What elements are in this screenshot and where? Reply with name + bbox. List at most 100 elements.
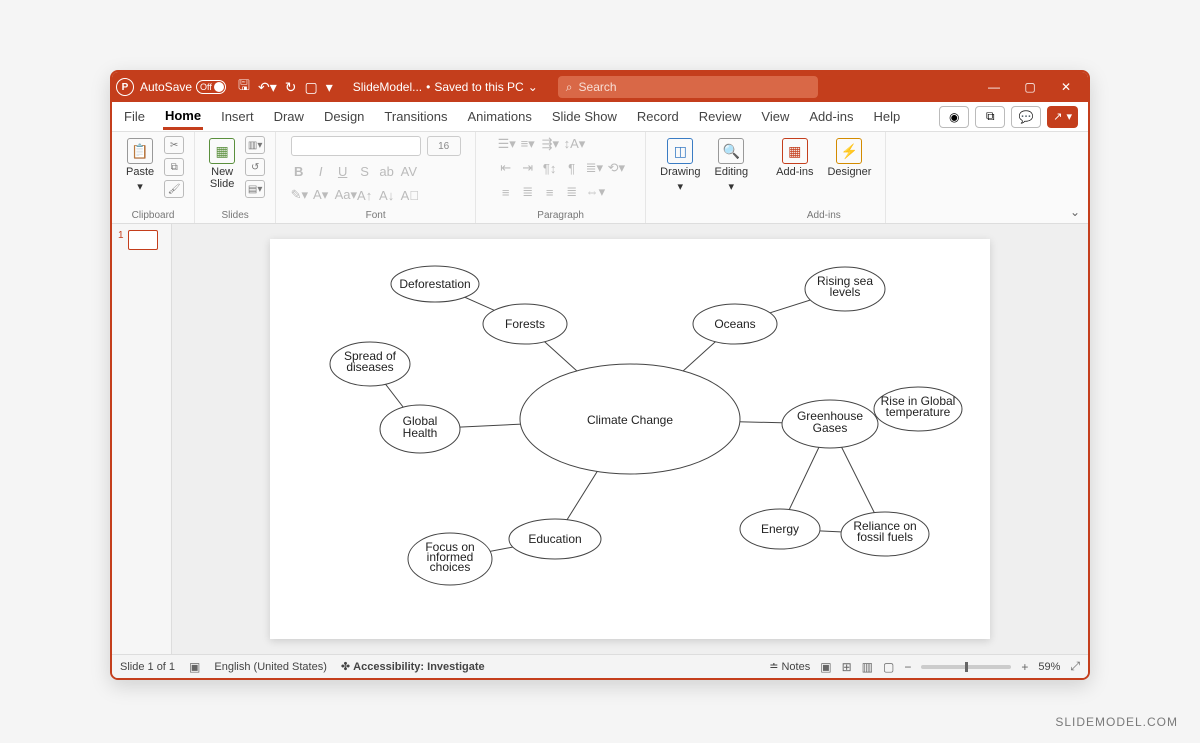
minimize-button[interactable]: —	[986, 80, 1002, 94]
tab-review[interactable]: Review	[697, 105, 744, 128]
node-education[interactable]: Education	[509, 519, 601, 559]
align-right-button[interactable]: ≡	[542, 185, 558, 200]
zoom-in-button[interactable]: +	[1021, 660, 1028, 674]
slide-counter[interactable]: Slide 1 of 1	[120, 661, 175, 673]
document-title[interactable]: SlideModel... • Saved to this PC ⌄	[353, 80, 538, 94]
node-energy[interactable]: Energy	[740, 509, 820, 549]
node-greenhouse[interactable]: GreenhouseGases	[782, 400, 878, 448]
clear-formatting-button[interactable]: A⃠	[401, 188, 417, 203]
search-input[interactable]	[579, 80, 810, 94]
shrink-font-button[interactable]: A↓	[379, 188, 395, 203]
reset-button[interactable]: ↺	[245, 158, 265, 176]
drawing-button[interactable]: ◫ Drawing▾	[656, 136, 704, 195]
record-indicator-button[interactable]: ◉	[939, 106, 969, 128]
text-shadow-button[interactable]: ab	[379, 164, 395, 179]
line-spacing-button[interactable]: ↕A▾	[564, 136, 580, 152]
qat-more-icon[interactable]: ▾	[326, 79, 333, 96]
strike-button[interactable]: S	[357, 164, 373, 179]
section-button[interactable]: ▤▾	[245, 180, 265, 198]
underline-button[interactable]: U	[335, 164, 351, 179]
font-color-button[interactable]: A▾	[313, 187, 329, 203]
present-icon[interactable]: ▢	[304, 79, 317, 96]
tab-help[interactable]: Help	[871, 105, 902, 128]
zoom-out-button[interactable]: −	[904, 660, 911, 674]
node-fossil[interactable]: Reliance onfossil fuels	[841, 512, 929, 556]
zoom-level[interactable]: 59%	[1038, 661, 1060, 673]
spellcheck-icon[interactable]: ▣	[189, 660, 200, 674]
highlight-button[interactable]: ✎▾	[291, 187, 307, 203]
accessibility-status[interactable]: ✤ Accessibility: Investigate	[341, 660, 485, 673]
bold-button[interactable]: B	[291, 164, 307, 179]
slide-canvas-area[interactable]: Climate Change Forests Deforestation Oce…	[172, 224, 1088, 654]
save-icon[interactable]: 🖫	[238, 75, 250, 99]
numbering-button[interactable]: ≡▾	[520, 136, 536, 152]
designer-button[interactable]: ⚡ Designer	[823, 136, 875, 180]
list-level-button[interactable]: ⇶▾	[542, 136, 558, 152]
convert-smartart-button[interactable]: ⟲▾	[608, 160, 624, 176]
decrease-indent-button[interactable]: ⇤	[498, 160, 514, 176]
thumbnail-preview[interactable]	[128, 230, 158, 250]
slide-canvas[interactable]: Climate Change Forests Deforestation Oce…	[270, 239, 990, 639]
autosave-toggle[interactable]: AutoSave Off	[140, 80, 226, 94]
teams-button[interactable]: ⧉	[975, 106, 1005, 128]
justify-button[interactable]: ≣	[564, 184, 580, 200]
new-slide-button[interactable]: ▦ New Slide	[205, 136, 239, 192]
columns-button[interactable]: ≣▾	[586, 160, 602, 176]
increase-indent-button[interactable]: ⇥	[520, 160, 536, 176]
tab-animations[interactable]: Animations	[466, 105, 534, 128]
autosave-switch[interactable]: Off	[196, 80, 226, 94]
title-chevron-icon[interactable]: ⌄	[528, 80, 538, 94]
reading-view-button[interactable]: ▥	[862, 660, 873, 674]
notes-button[interactable]: ≐ Notes	[769, 660, 810, 673]
tab-transitions[interactable]: Transitions	[382, 105, 449, 128]
language-status[interactable]: English (United States)	[214, 661, 327, 673]
maximize-button[interactable]: ▢	[1022, 80, 1038, 94]
bullets-button[interactable]: ☰▾	[498, 136, 514, 152]
editing-button[interactable]: 🔍 Editing▾	[711, 136, 753, 195]
normal-view-button[interactable]: ▣	[820, 660, 831, 674]
format-painter-button[interactable]: 🖌	[164, 180, 184, 198]
copy-button[interactable]: ⧉	[164, 158, 184, 176]
node-diseases[interactable]: Spread ofdiseases	[330, 342, 410, 386]
paste-button[interactable]: 📋 Paste ▾	[122, 136, 158, 195]
change-case-button[interactable]: Aa▾	[335, 187, 351, 203]
node-forests[interactable]: Forests	[483, 304, 567, 344]
node-center[interactable]: Climate Change	[520, 364, 740, 474]
italic-button[interactable]: I	[313, 164, 329, 179]
tab-addins[interactable]: Add-ins	[807, 105, 855, 128]
layout-button[interactable]: ▥▾	[245, 136, 265, 154]
zoom-slider[interactable]	[921, 665, 1011, 669]
tab-file[interactable]: File	[122, 105, 147, 128]
tab-slideshow[interactable]: Slide Show	[550, 105, 619, 128]
mindmap-diagram[interactable]: Climate Change Forests Deforestation Oce…	[270, 239, 990, 639]
cut-button[interactable]: ✂	[164, 136, 184, 154]
node-oceans[interactable]: Oceans	[693, 304, 777, 344]
redo-icon[interactable]: ↻	[285, 79, 297, 96]
collapse-ribbon-button[interactable]: ⌄	[1070, 205, 1080, 219]
addins-button[interactable]: ▦ Add-ins	[772, 136, 817, 180]
node-health[interactable]: GlobalHealth	[380, 405, 460, 453]
thumbnail-1[interactable]: 1	[118, 230, 165, 250]
align-left-button[interactable]: ≡	[498, 185, 514, 200]
comments-button[interactable]: 💬	[1011, 106, 1041, 128]
grow-font-button[interactable]: A↑	[357, 188, 373, 203]
text-direction-button[interactable]: ¶↕	[542, 161, 558, 176]
tab-home[interactable]: Home	[163, 104, 203, 130]
node-rise-temp[interactable]: Rise in Globaltemperature	[874, 387, 962, 431]
share-button[interactable]: ↗ ▾	[1047, 106, 1078, 128]
search-box[interactable]: ⌕	[558, 76, 818, 98]
node-deforestation[interactable]: Deforestation	[391, 266, 479, 302]
thumbnail-panel[interactable]: 1	[112, 224, 172, 654]
node-rising-sea[interactable]: Rising sealevels	[805, 267, 885, 311]
align-center-button[interactable]: ≣	[520, 184, 536, 200]
tab-design[interactable]: Design	[322, 105, 366, 128]
undo-icon[interactable]: ↶▾	[258, 79, 277, 96]
close-button[interactable]: ✕	[1058, 80, 1074, 94]
sorter-view-button[interactable]: ⊞	[842, 660, 852, 674]
slideshow-view-button[interactable]: ▢	[883, 660, 894, 674]
fit-to-window-button[interactable]: ⤢	[1070, 659, 1080, 674]
tab-record[interactable]: Record	[635, 105, 681, 128]
tab-draw[interactable]: Draw	[272, 105, 306, 128]
font-size-combo[interactable]: 16	[427, 136, 461, 156]
tab-view[interactable]: View	[759, 105, 791, 128]
